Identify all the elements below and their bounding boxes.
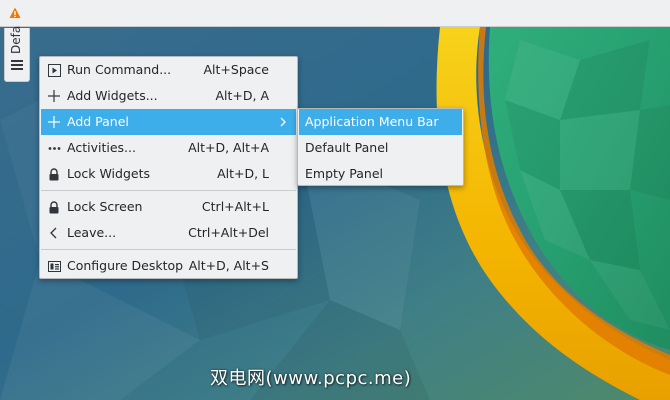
watermark-text: 双电网(www.pcpc.me)	[210, 368, 412, 389]
menu-item-label: Add Widgets...	[67, 88, 158, 103]
menu-item-activities[interactable]: Activities... Alt+D, Alt+A	[41, 135, 296, 161]
menu-item-label: Configure Desktop	[67, 258, 184, 273]
plus-icon	[47, 115, 61, 129]
chevron-right-icon	[280, 117, 286, 127]
menu-item-configure-desktop[interactable]: Configure Desktop Alt+D, Alt+S	[41, 253, 296, 279]
lock-icon	[47, 200, 61, 214]
run-command-icon	[47, 63, 61, 77]
menu-item-label: Lock Widgets	[67, 166, 151, 181]
menu-separator	[41, 249, 296, 250]
menu-item-shortcut: Ctrl+Alt+Del	[188, 225, 269, 240]
submenu-item-label: Application Menu Bar	[305, 114, 439, 129]
activities-icon	[47, 141, 61, 155]
desktop-context-menu: Run Command... Alt+Space Add Widgets... …	[39, 56, 298, 279]
submenu-item-label: Empty Panel	[305, 166, 384, 181]
menu-item-shortcut: Alt+D, A	[215, 88, 269, 103]
menu-item-shortcut: Alt+Space	[203, 62, 270, 77]
menu-item-add-widgets[interactable]: Add Widgets... Alt+D, A	[41, 83, 296, 109]
menu-item-label: Activities...	[67, 140, 136, 155]
menu-item-label: Lock Screen	[67, 199, 143, 214]
configure-icon	[47, 259, 61, 273]
menu-item-lock-widgets[interactable]: Lock Widgets Alt+D, L	[41, 161, 296, 187]
plus-icon	[47, 89, 61, 103]
menu-item-label: Run Command...	[67, 62, 172, 77]
menu-item-shortcut: Ctrl+Alt+L	[201, 199, 269, 214]
desktop-toolbox[interactable]: Defa	[4, 25, 30, 82]
lock-icon	[47, 167, 61, 181]
menu-item-shortcut: Alt+D, Alt+A	[188, 140, 269, 155]
menu-item-label: Leave...	[67, 225, 117, 240]
top-panel	[0, 0, 670, 27]
submenu-item-label: Default Panel	[305, 140, 389, 155]
menu-item-leave[interactable]: Leave... Ctrl+Alt+Del	[41, 220, 296, 246]
chevron-left-icon	[47, 226, 61, 240]
toolbox-label: Defa	[9, 25, 23, 54]
menu-item-label: Add Panel	[67, 114, 129, 129]
menu-item-run-command[interactable]: Run Command... Alt+Space	[41, 57, 296, 83]
menu-item-shortcut: Alt+D, L	[217, 166, 269, 181]
warning-icon[interactable]	[9, 7, 21, 19]
menu-separator	[41, 190, 296, 191]
submenu-item-application-menu-bar[interactable]: Application Menu Bar	[299, 109, 462, 135]
menu-item-shortcut: Alt+D, Alt+S	[188, 258, 269, 273]
add-panel-submenu: Application Menu Bar Default Panel Empty…	[297, 108, 464, 186]
menu-item-lock-screen[interactable]: Lock Screen Ctrl+Alt+L	[41, 194, 296, 220]
hamburger-icon[interactable]	[11, 60, 23, 72]
submenu-item-default-panel[interactable]: Default Panel	[299, 135, 462, 161]
submenu-item-empty-panel[interactable]: Empty Panel	[299, 161, 462, 187]
menu-item-add-panel[interactable]: Add Panel	[41, 109, 296, 135]
